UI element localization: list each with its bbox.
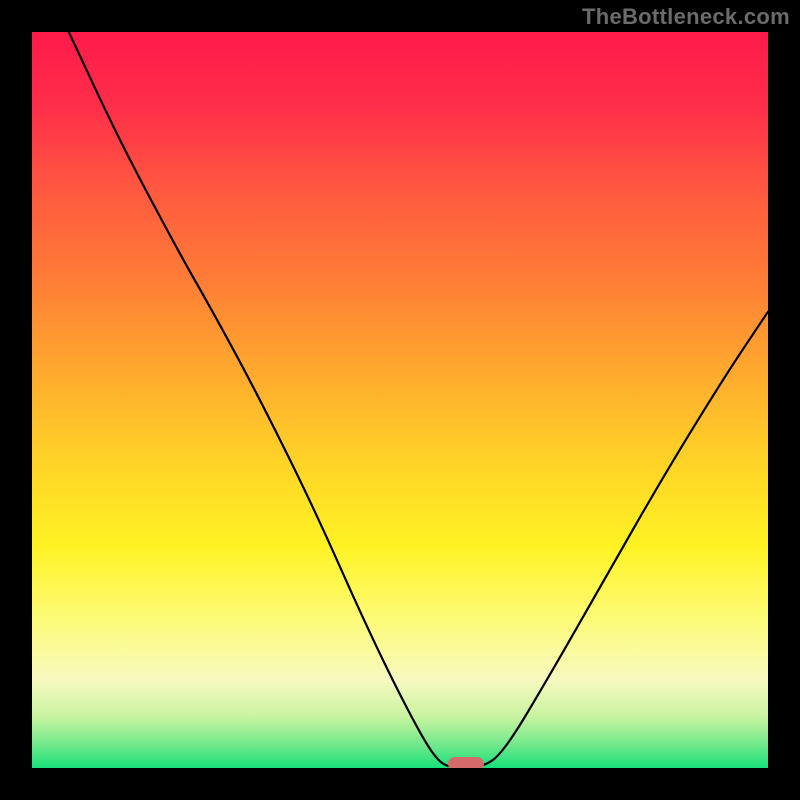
bottleneck-curve [32,32,768,768]
bottleneck-curve-path [69,32,768,768]
chart-frame: TheBottleneck.com [0,0,800,800]
plot-area [32,32,768,768]
watermark-text: TheBottleneck.com [582,4,790,30]
optimal-marker [448,757,484,768]
